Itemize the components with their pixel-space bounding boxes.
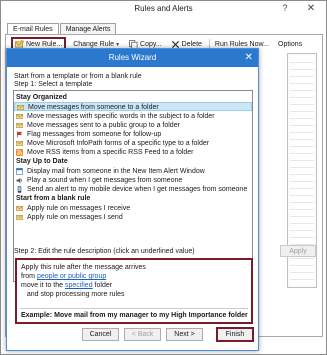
template-move-specific-words[interactable]: Move messages with specific words in the…: [14, 112, 252, 121]
step2-label: Step 2: Edit the rule description (click…: [14, 248, 195, 255]
cancel-button[interactable]: Cancel: [82, 328, 119, 341]
template-apply-on-receive[interactable]: Apply rule on messages I receive: [14, 204, 252, 213]
finish-button[interactable]: Finish: [216, 327, 254, 342]
group-blank-rule: Start from a blank rule: [16, 195, 91, 202]
envelope-move-icon: [16, 123, 23, 128]
step1-label: Step 1: Select a template: [14, 81, 93, 88]
new-rule-label: New Rule...: [26, 41, 63, 48]
delete-label: Delete: [181, 41, 202, 48]
rule-description-box: Apply this rule after the message arrive…: [15, 258, 253, 324]
group-stay-up-to-date: Stay Up to Date: [16, 158, 68, 165]
template-label: Move messages sent to a public group to …: [27, 122, 180, 129]
desc-line-2: from people or public group: [21, 273, 106, 280]
template-move-from-someone[interactable]: Move messages from someone to a folder: [14, 102, 252, 111]
desc-divider: [20, 308, 248, 309]
template-play-sound[interactable]: Play a sound when I get messages from so…: [14, 176, 252, 185]
wizard-close-icon[interactable]: ✕: [245, 49, 253, 67]
blank-rule-icon: [16, 206, 23, 211]
template-display-alert-window[interactable]: Display mail from someone in the New Ite…: [14, 167, 252, 176]
flag-icon: [16, 131, 23, 138]
next-button[interactable]: Next >: [166, 328, 203, 341]
mobile-device-icon: [17, 186, 22, 193]
chevron-down-icon: ▼: [115, 41, 121, 48]
blank-rule-icon: [16, 215, 23, 220]
desc-line-4: and stop processing more rules: [21, 291, 125, 298]
specified-folder-link[interactable]: specified: [65, 282, 93, 289]
envelope-move-icon: [16, 141, 23, 146]
template-flag-followup[interactable]: Flag messages from someone for follow-up: [14, 130, 252, 139]
people-or-public-group-link[interactable]: people or public group: [37, 273, 106, 280]
template-apply-on-send[interactable]: Apply rule on messages I send: [14, 213, 252, 222]
desc-folder-text: folder: [92, 282, 113, 289]
apply-button[interactable]: Apply: [280, 245, 316, 257]
template-label: Apply rule on messages I send: [27, 214, 123, 221]
template-mobile-alert[interactable]: Send an alert to my mobile device when I…: [14, 185, 252, 194]
group-stay-organized: Stay Organized: [16, 94, 67, 101]
rss-icon: [16, 149, 23, 156]
template-label: Move messages from someone to a folder: [28, 104, 159, 111]
options-label: Options: [278, 41, 303, 48]
run-rules-now-label: Run Rules Now...: [214, 41, 269, 48]
template-label: Move messages with specific words in the…: [27, 113, 215, 120]
speaker-icon: [16, 177, 23, 184]
template-move-public-group[interactable]: Move messages sent to a public group to …: [14, 121, 252, 130]
template-label: Flag messages from someone for follow-up: [27, 131, 162, 138]
wizard-intro: Start from a template or from a blank ru…: [14, 73, 142, 80]
template-label: Play a sound when I get messages from so…: [27, 177, 183, 184]
template-label: Move RSS items from a specific RSS Feed …: [27, 149, 194, 156]
back-button[interactable]: < Back: [124, 328, 161, 341]
wizard-title: Rules Wizard: [7, 49, 258, 67]
template-label: Display mail from someone in the New Ite…: [27, 168, 205, 175]
template-label: Send an alert to my mobile device when I…: [27, 186, 248, 193]
alert-window-icon: [16, 168, 23, 175]
template-label: Move Microsoft InfoPath forms of a speci…: [27, 140, 210, 147]
desc-from-text: from: [21, 273, 37, 280]
envelope-move-icon: [17, 105, 24, 110]
template-label: Apply rule on messages I receive: [27, 205, 131, 212]
desc-line-1: Apply this rule after the message arrive…: [21, 264, 146, 271]
rules-wizard-dialog: Rules Wizard ✕ Start from a template or …: [6, 48, 259, 351]
change-rule-label: Change Rule: [73, 41, 115, 48]
envelope-move-icon: [16, 114, 23, 119]
copy-label: Copy...: [140, 41, 162, 48]
desc-move-text: move it to the: [21, 282, 65, 289]
help-button[interactable]: ?: [274, 1, 296, 17]
desc-example: Example: Move mail from my manager to my…: [21, 312, 248, 319]
template-move-infopath[interactable]: Move Microsoft InfoPath forms of a speci…: [14, 139, 252, 148]
template-move-rss[interactable]: Move RSS items from a specific RSS Feed …: [14, 148, 252, 157]
close-button[interactable]: ✕: [300, 1, 322, 17]
desc-line-3: move it to the specified folder: [21, 282, 112, 289]
options-button[interactable]: Options: [276, 38, 304, 51]
